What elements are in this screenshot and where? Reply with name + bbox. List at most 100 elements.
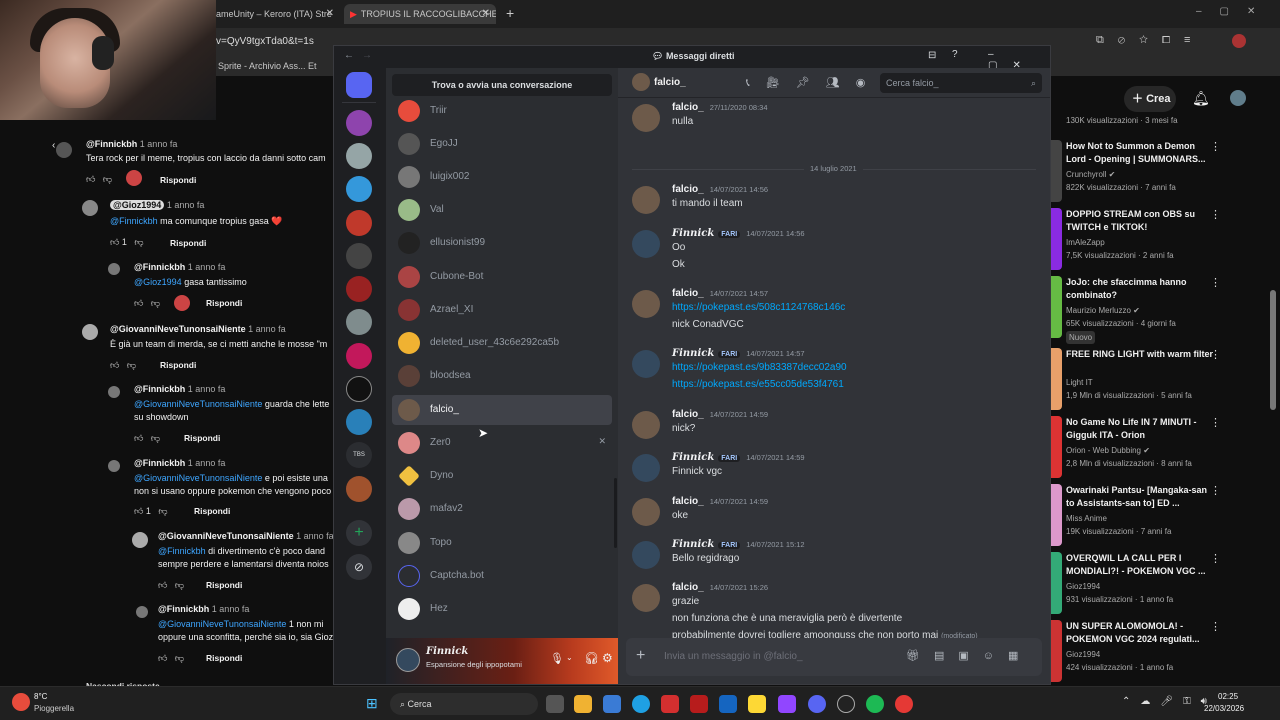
profile-avatar[interactable] <box>1232 34 1246 48</box>
dm-search-button[interactable]: Trova o avvia una conversazione <box>392 74 612 96</box>
discover-icon[interactable]: ⊘ <box>346 554 372 580</box>
dm-item[interactable]: bloodsea <box>392 361 612 391</box>
video-channel[interactable]: Maurizio Merluzzo ✔ <box>1066 304 1226 317</box>
new-tab-button[interactable]: + <box>506 5 514 21</box>
taskbar-search[interactable]: ⌕ Cerca <box>390 693 538 715</box>
task-view-icon[interactable] <box>546 695 564 713</box>
window-controls[interactable]: –▢✕ <box>1196 6 1273 17</box>
browser-tab[interactable]: ameUnity – Keroro (ITA) Stre ✕ <box>210 4 340 24</box>
inbox-icon[interactable]: ⊟ <box>928 50 936 61</box>
avatar[interactable] <box>1230 90 1246 106</box>
like-dislike[interactable]: 👍︎ 1 👎︎ <box>134 506 168 517</box>
dm-item[interactable]: Captcha.bot <box>392 561 612 591</box>
message-link[interactable]: https://pokepast.es/508c1124768c146c <box>672 302 845 313</box>
edge-icon[interactable] <box>632 695 650 713</box>
dm-scrollbar[interactable] <box>614 478 617 548</box>
author-name[interactable]: Finnick <box>672 348 714 359</box>
like-dislike[interactable]: 👍︎ 👎︎ <box>158 580 184 591</box>
server-icon[interactable] <box>346 376 372 402</box>
video-channel[interactable]: Orion - Web Dubbing ✔ <box>1066 444 1226 457</box>
spotify-icon[interactable] <box>866 695 884 713</box>
reply-button[interactable]: Rispondi <box>206 580 242 590</box>
server-icon[interactable] <box>346 143 372 169</box>
input-actions[interactable]: 🎁︎▤▣☺▦ <box>906 649 1032 662</box>
file-explorer-icon[interactable] <box>574 695 592 713</box>
video-channel[interactable]: Crunchyroll ✔ <box>1066 168 1226 181</box>
server-icon[interactable] <box>346 409 372 435</box>
help-icon[interactable]: ? <box>952 49 958 60</box>
video-item[interactable]: Owarinaki Pantsu- [Mangaka-san to Assist… <box>1048 484 1228 548</box>
reply-button[interactable]: Rispondi <box>184 433 220 443</box>
headphones-icon[interactable]: 🎧︎ <box>584 651 599 665</box>
like-dislike[interactable]: 👍︎ 👎︎ <box>158 653 184 664</box>
close-icon[interactable]: ✕ <box>482 4 490 24</box>
dm-item[interactable]: Dyno <box>392 461 612 491</box>
microphone-icon[interactable]: 🎙︎ <box>550 652 564 665</box>
dm-item[interactable]: Azrael_XI <box>392 295 612 325</box>
video-channel[interactable]: Miss Anime <box>1066 512 1226 525</box>
app-icon[interactable] <box>661 695 679 713</box>
dm-item[interactable]: ellusionist99 <box>392 228 612 258</box>
mention[interactable]: @Finnickbh <box>158 546 206 556</box>
video-item[interactable]: No Game No Life IN 7 MINUTI - Gigguk ITA… <box>1048 416 1228 480</box>
like-dislike[interactable]: 👍︎ 1 👎︎ <box>110 237 144 248</box>
mention[interactable]: @GiovanniNeveTunonsaiNiente <box>134 473 262 483</box>
video-channel[interactable]: Gioz1994 <box>1066 580 1226 593</box>
mail-icon[interactable] <box>719 695 737 713</box>
like-dislike[interactable]: 👍︎ 👎︎ <box>86 174 112 185</box>
reply-button[interactable]: Rispondi <box>206 298 242 308</box>
comment-user[interactable]: @Finnickbh <box>134 384 185 394</box>
video-item[interactable]: OVERQWIL LA CALL PER I MONDIALI?! - POKE… <box>1048 552 1228 616</box>
bookmark-item[interactable]: Et <box>308 61 317 71</box>
video-title[interactable]: How Not to Summon a Demon Lord - Opening… <box>1066 140 1216 166</box>
dm-item[interactable]: Triir <box>392 96 612 126</box>
avatar[interactable] <box>632 498 660 526</box>
reply-button[interactable]: Rispondi <box>160 360 196 370</box>
discord-icon[interactable] <box>808 695 826 713</box>
video-item[interactable]: UN SUPER ALOMOMOLA! - POKEMON VGC 2024 r… <box>1048 620 1228 684</box>
dm-item[interactable]: Topo <box>392 528 612 558</box>
author-name[interactable]: Finnick <box>672 539 714 550</box>
toolbar-icons[interactable]: ⧉⊘☆⧠≡ <box>1096 34 1204 47</box>
author-name[interactable]: falcio_ <box>672 496 704 507</box>
notes-icon[interactable] <box>748 695 766 713</box>
mention[interactable]: @Gioz1994 <box>134 277 182 287</box>
video-item[interactable]: How Not to Summon a Demon Lord - Opening… <box>1048 140 1228 204</box>
attach-plus-icon[interactable]: + <box>636 647 645 665</box>
dm-item[interactable]: Cubone-Bot <box>392 262 612 292</box>
avatar[interactable] <box>632 104 660 132</box>
forward-arrow-icon[interactable]: → <box>362 50 372 61</box>
comment-user[interactable]: @Finnickbh <box>158 604 209 614</box>
gear-icon[interactable]: ⚙ <box>602 651 613 665</box>
comment-user[interactable]: @Finnickbh <box>134 458 185 468</box>
more-icon[interactable]: ⋮ <box>1210 348 1221 361</box>
author-name[interactable]: falcio_ <box>672 582 704 593</box>
author-name[interactable]: Finnick <box>672 228 714 239</box>
avatar[interactable] <box>632 411 660 439</box>
server-icon[interactable] <box>346 343 372 369</box>
obs-icon[interactable] <box>837 695 855 713</box>
chrome-icon[interactable] <box>895 695 913 713</box>
video-title[interactable]: Owarinaki Pantsu- [Mangaka-san to Assist… <box>1066 484 1216 510</box>
discord-home-icon[interactable] <box>346 72 372 98</box>
server-icon-tbs[interactable]: TBS <box>346 442 372 468</box>
video-item[interactable]: FREE RING LIGHT with warm filter Light I… <box>1048 348 1228 412</box>
reply-button[interactable]: Rispondi <box>206 653 242 663</box>
more-icon[interactable]: ⋮ <box>1210 552 1221 565</box>
dm-item[interactable]: EgoJJ <box>392 129 612 159</box>
server-icon[interactable] <box>346 309 372 335</box>
server-icon[interactable] <box>346 476 372 502</box>
video-title[interactable]: OVERQWIL LA CALL PER I MONDIALI?! - POKE… <box>1066 552 1216 578</box>
more-icon[interactable]: ⋮ <box>1210 416 1221 429</box>
system-tray-icons[interactable]: ⌃☁🎤︎⚿🔊︎ <box>1122 696 1217 707</box>
avatar[interactable] <box>632 350 660 378</box>
message-link[interactable]: https://pokepast.es/9b83387decc02a90 <box>672 362 847 373</box>
comment-user[interactable]: @GiovanniNeveTunonsaiNiente <box>110 324 246 334</box>
comment-user[interactable]: @Finnickbh <box>134 262 185 272</box>
reply-button[interactable]: Rispondi <box>160 175 196 185</box>
chat-search-input[interactable]: Cerca falcio_ ⌕ <box>880 73 1042 93</box>
reply-button[interactable]: Rispondi <box>170 238 206 248</box>
like-dislike[interactable]: 👍︎ 👎︎ <box>134 433 160 444</box>
video-channel[interactable]: Light IT <box>1066 376 1226 389</box>
mention[interactable]: @GiovanniNeveTunonsaiNiente <box>158 619 286 629</box>
